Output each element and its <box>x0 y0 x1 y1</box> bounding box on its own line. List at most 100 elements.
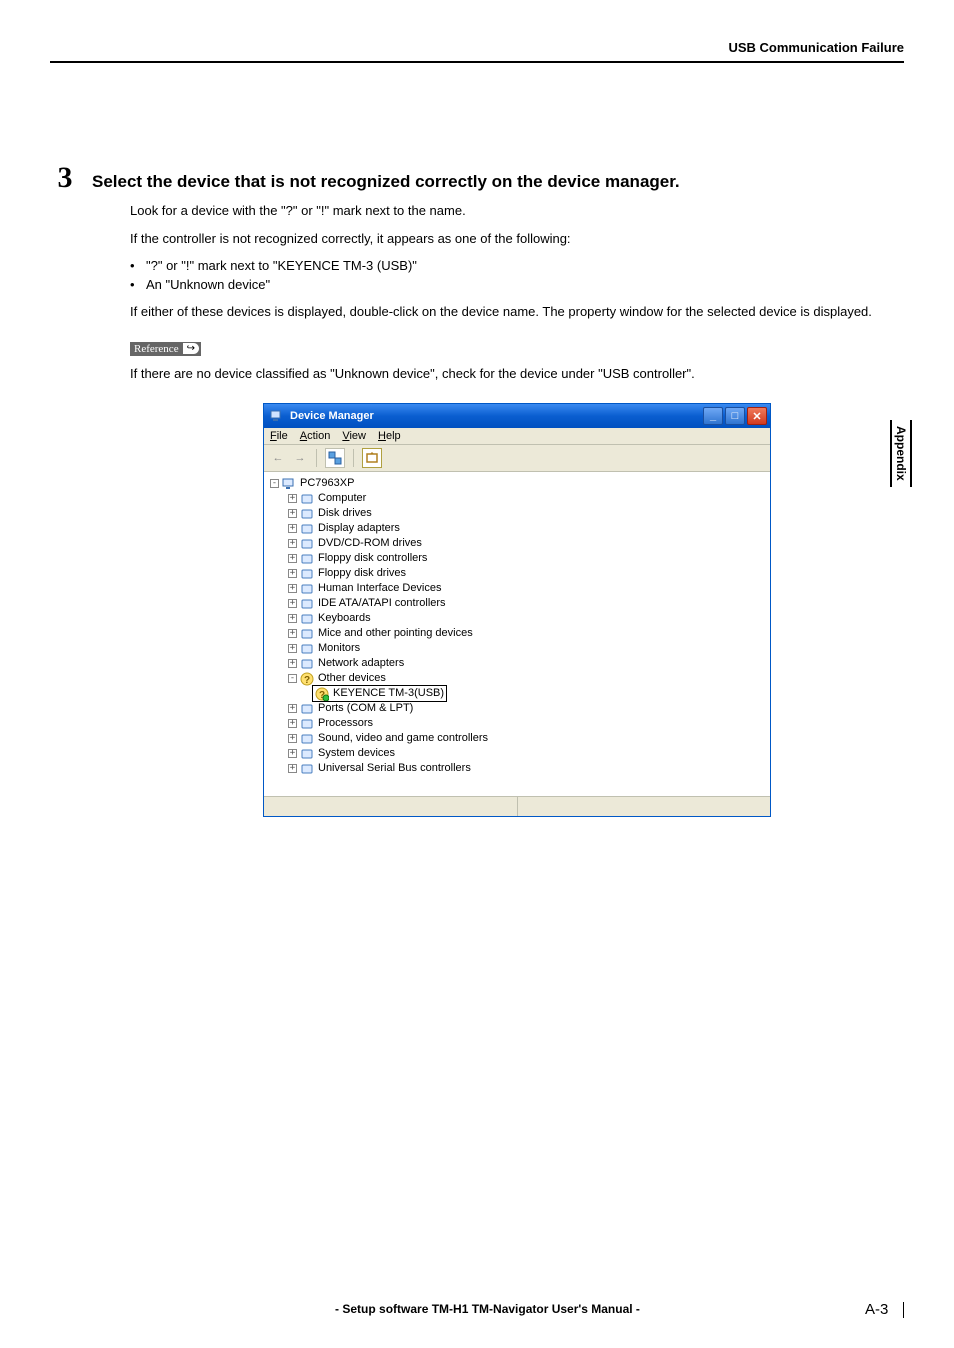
expand-icon[interactable]: + <box>288 584 297 593</box>
tree-node-label: Floppy disk controllers <box>318 551 427 566</box>
tree-node[interactable]: + Sound, video and game controllers <box>266 731 768 746</box>
tree-node[interactable]: + System devices <box>266 746 768 761</box>
tree-node-label: Display adapters <box>318 521 400 536</box>
device-icon <box>300 747 314 761</box>
expand-icon[interactable]: + <box>288 554 297 563</box>
device-icon <box>300 507 314 521</box>
collapse-icon[interactable]: - <box>270 479 279 488</box>
expand-icon[interactable]: + <box>288 599 297 608</box>
device-icon <box>300 657 314 671</box>
device-icon <box>300 642 314 656</box>
forward-icon[interactable]: → <box>292 450 308 466</box>
close-button[interactable]: ✕ <box>747 407 767 425</box>
expand-icon[interactable]: + <box>288 644 297 653</box>
tree-node[interactable]: + Floppy disk controllers <box>266 551 768 566</box>
expand-icon[interactable]: + <box>288 734 297 743</box>
tree-node[interactable]: +DVD/CD-ROM drives <box>266 536 768 551</box>
device-icon <box>300 552 314 566</box>
tree-leaf-keyence[interactable]: ? KEYENCE TM-3(USB) <box>266 686 768 701</box>
device-icon <box>300 612 314 626</box>
statusbar <box>264 796 770 816</box>
titlebar[interactable]: Device Manager _ □ ✕ <box>264 404 770 428</box>
tree-node-label: Mice and other pointing devices <box>318 626 473 641</box>
step-title: Select the device that is not recognized… <box>92 172 680 192</box>
tree-node-label: Monitors <box>318 641 360 656</box>
tree-node-label: Sound, video and game controllers <box>318 731 488 746</box>
expand-icon[interactable]: + <box>288 629 297 638</box>
expand-icon[interactable]: + <box>288 749 297 758</box>
device-icon <box>300 702 314 716</box>
toolbar: ← → <box>264 445 770 472</box>
tree-node[interactable]: +Ports (COM & LPT) <box>266 701 768 716</box>
toolbar-divider <box>316 449 317 467</box>
reference-label: Reference <box>134 343 179 355</box>
tree-node[interactable]: + Mice and other pointing devices <box>266 626 768 641</box>
tree-node[interactable]: + Keyboards <box>266 611 768 626</box>
minimize-button[interactable]: _ <box>703 407 723 425</box>
expand-icon[interactable]: + <box>288 764 297 773</box>
tree-node[interactable]: + Network adapters <box>266 656 768 671</box>
tree-root-label: PC7963XP <box>300 476 354 491</box>
expand-icon[interactable]: + <box>288 509 297 518</box>
tree-node-label: Network adapters <box>318 656 404 671</box>
device-icon <box>300 582 314 596</box>
expand-icon[interactable]: + <box>288 524 297 533</box>
properties-icon[interactable] <box>325 448 345 468</box>
paragraph: Look for a device with the "?" or "!" ma… <box>130 201 904 221</box>
tree-node[interactable]: +Floppy disk drives <box>266 566 768 581</box>
tree-node[interactable]: + Display adapters <box>266 521 768 536</box>
tree-node-label: System devices <box>318 746 395 761</box>
tree-node-label: Other devices <box>318 671 386 686</box>
tree-node[interactable]: +Computer <box>266 491 768 506</box>
back-icon[interactable]: ← <box>270 450 286 466</box>
reference-tab-icon: ↪ <box>183 343 199 354</box>
bullet-list: "?" or "!" mark next to "KEYENCE TM-3 (U… <box>130 258 904 292</box>
page-header-title: USB Communication Failure <box>50 40 904 55</box>
menu-help[interactable]: Help <box>378 430 401 442</box>
menubar: File Action View Help <box>264 428 770 445</box>
list-item: "?" or "!" mark next to "KEYENCE TM-3 (U… <box>130 258 904 273</box>
expand-icon[interactable]: + <box>288 494 297 503</box>
computer-icon <box>282 477 296 491</box>
expand-icon[interactable]: + <box>288 569 297 578</box>
app-icon <box>270 409 284 423</box>
tree-leaf-label: KEYENCE TM-3(USB) <box>333 686 444 701</box>
tree-node[interactable]: +Universal Serial Bus controllers <box>266 761 768 776</box>
tree-node-other-devices[interactable]: - ? Other devices <box>266 671 768 686</box>
tree-node-label: Disk drives <box>318 506 372 521</box>
device-icon <box>300 522 314 536</box>
menu-action[interactable]: Action <box>300 430 331 442</box>
device-manager-window: Device Manager _ □ ✕ File Action View He… <box>263 403 771 817</box>
reference-tag: Reference ↪ <box>130 342 201 356</box>
tree-node[interactable]: +IDE ATA/ATAPI controllers <box>266 596 768 611</box>
expand-icon[interactable]: + <box>288 614 297 623</box>
device-tree[interactable]: - PC7963XP +Computer+Disk drives+Display… <box>264 472 770 796</box>
tree-root[interactable]: - PC7963XP <box>266 476 768 491</box>
tree-node[interactable]: + Monitors <box>266 641 768 656</box>
expand-icon[interactable]: + <box>288 659 297 668</box>
device-icon <box>300 537 314 551</box>
question-icon: ? <box>315 687 329 701</box>
tree-node-label: Human Interface Devices <box>318 581 442 596</box>
maximize-button[interactable]: □ <box>725 407 745 425</box>
device-icon <box>300 492 314 506</box>
tree-node[interactable]: + Processors <box>266 716 768 731</box>
menu-view[interactable]: View <box>342 430 366 442</box>
scan-icon[interactable] <box>362 448 382 468</box>
list-item: An "Unknown device" <box>130 277 904 292</box>
tree-node[interactable]: + Disk drives <box>266 506 768 521</box>
tree-node-label: Processors <box>318 716 373 731</box>
tree-node-label: Keyboards <box>318 611 371 626</box>
expand-icon[interactable]: + <box>288 539 297 548</box>
expand-icon[interactable]: + <box>288 704 297 713</box>
page-number: A-3 <box>865 1301 888 1318</box>
device-icon <box>300 762 314 776</box>
header-rule <box>50 61 904 63</box>
collapse-icon[interactable]: - <box>288 674 297 683</box>
toolbar-divider <box>353 449 354 467</box>
side-tab-appendix: Appendix <box>890 420 912 487</box>
expand-icon[interactable]: + <box>288 719 297 728</box>
tree-node[interactable]: + Human Interface Devices <box>266 581 768 596</box>
menu-file[interactable]: File <box>270 430 288 442</box>
device-icon <box>300 567 314 581</box>
